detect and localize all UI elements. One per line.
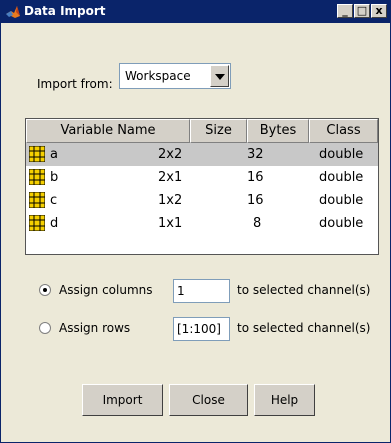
close-button[interactable]: Close — [169, 384, 248, 416]
assign-rows-input[interactable]: [1:100] — [173, 317, 230, 341]
variable-name: a — [50, 147, 58, 162]
import-from-label: Import from: — [37, 77, 113, 91]
variable-name: b — [50, 170, 59, 185]
column-header-bytes[interactable]: Bytes — [247, 119, 309, 143]
variable-class: double — [319, 216, 364, 231]
assign-columns-label: Assign columns — [59, 283, 153, 297]
radio-selected-dot — [43, 288, 47, 292]
matrix-variable-icon — [29, 146, 45, 162]
variable-bytes: 8 — [253, 216, 262, 231]
maximize-button[interactable]: □ — [354, 4, 370, 18]
variable-size: 2x2 — [158, 147, 183, 162]
column-header-variable-name[interactable]: Variable Name — [26, 119, 190, 143]
matlab-logo-icon — [6, 6, 20, 18]
matrix-variable-icon — [29, 169, 45, 185]
variable-bytes: 16 — [247, 170, 264, 185]
matrix-variable-icon — [29, 192, 45, 208]
variable-class: double — [319, 193, 364, 208]
import-from-value: Workspace — [125, 69, 191, 83]
chevron-down-icon — [215, 74, 225, 80]
variables-table[interactable]: Variable Name Size Bytes Class a 2x2 32 … — [25, 118, 379, 255]
assign-columns-suffix: to selected channel(s) — [237, 283, 371, 297]
help-button[interactable]: Help — [254, 384, 315, 416]
window-title: Data Import — [24, 4, 106, 18]
table-row[interactable]: b 2x1 16 double — [26, 166, 378, 189]
minimize-button[interactable]: _ — [337, 4, 353, 18]
variable-bytes: 32 — [247, 147, 264, 162]
assign-rows-label: Assign rows — [59, 321, 131, 335]
title-bar[interactable]: Data Import _ □ x — [1, 1, 390, 23]
variable-size: 1x1 — [158, 216, 183, 231]
matrix-variable-icon — [29, 215, 45, 231]
table-header: Variable Name Size Bytes Class — [26, 119, 378, 143]
assign-columns-radio[interactable] — [39, 284, 51, 296]
import-from-dropdown[interactable]: Workspace — [119, 63, 231, 89]
import-button[interactable]: Import — [82, 384, 163, 416]
table-row[interactable]: c 1x2 16 double — [26, 189, 378, 212]
table-row[interactable]: a 2x2 32 double — [26, 143, 378, 166]
assign-columns-input[interactable]: 1 — [173, 279, 230, 303]
close-window-button[interactable]: x — [371, 4, 387, 18]
variable-size: 2x1 — [158, 170, 183, 185]
dropdown-arrow-button[interactable] — [210, 65, 229, 87]
column-header-class[interactable]: Class — [309, 119, 378, 143]
assign-rows-suffix: to selected channel(s) — [237, 321, 371, 335]
variable-name: d — [50, 216, 59, 231]
variable-size: 1x2 — [158, 193, 183, 208]
variable-class: double — [319, 147, 364, 162]
variable-bytes: 16 — [247, 193, 264, 208]
variable-name: c — [50, 193, 58, 208]
data-import-window: Data Import _ □ x Import from: Workspace… — [0, 0, 391, 443]
variable-class: double — [319, 170, 364, 185]
table-row[interactable]: d 1x1 8 double — [26, 212, 378, 235]
column-header-size[interactable]: Size — [190, 119, 247, 143]
assign-rows-radio[interactable] — [39, 322, 51, 334]
